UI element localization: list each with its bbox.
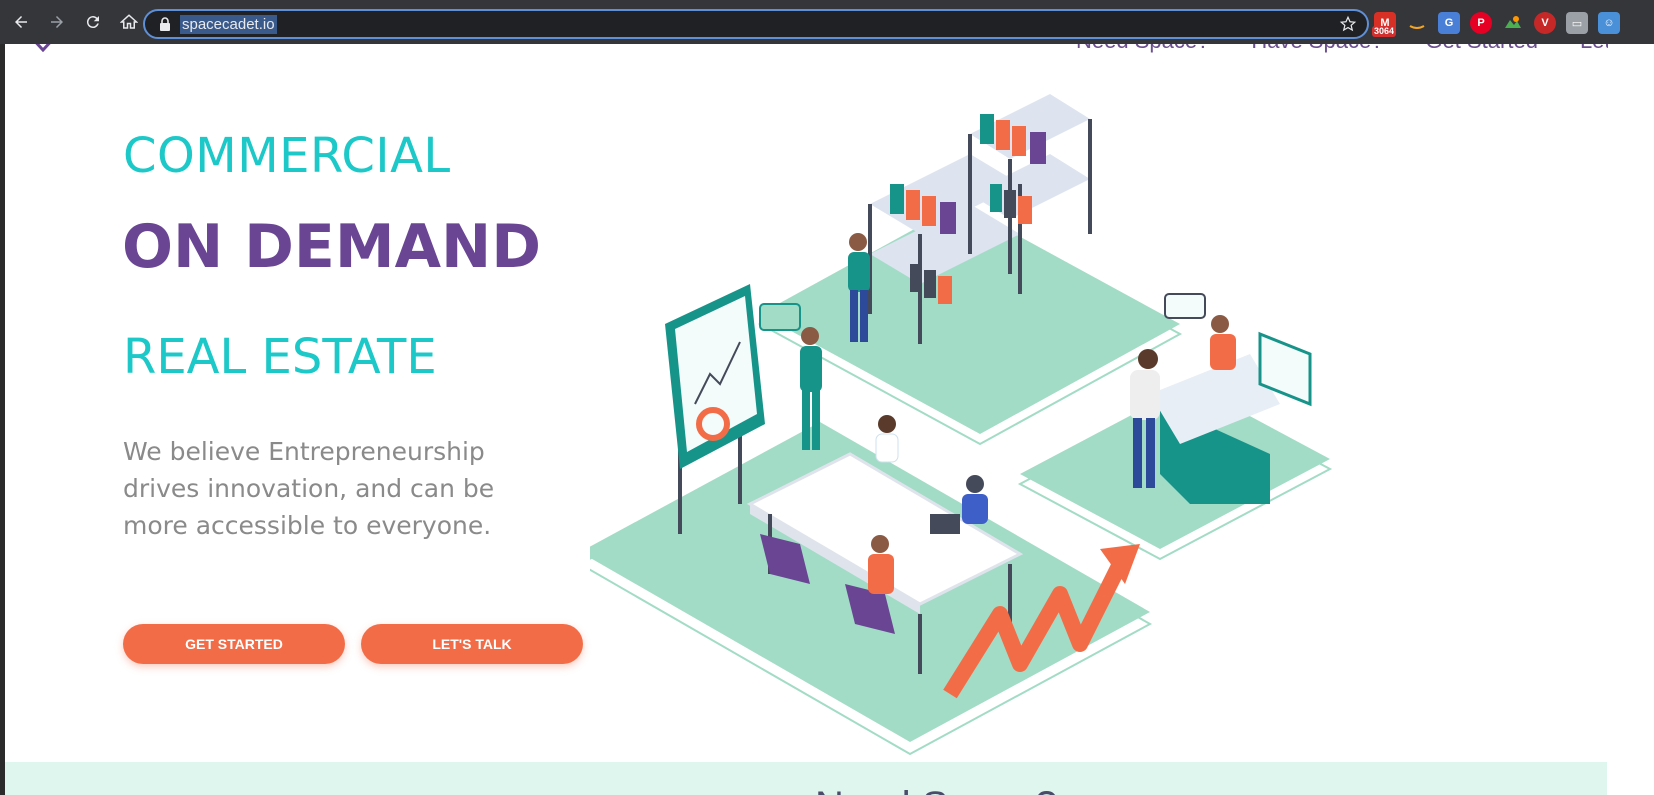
hero-line-commercial: COMMERCIAL bbox=[123, 128, 451, 184]
window-edge bbox=[0, 44, 5, 795]
gmail-icon[interactable]: M 3064 bbox=[1372, 12, 1397, 37]
reload-button[interactable] bbox=[78, 7, 108, 37]
person-icon[interactable]: ☺ bbox=[1598, 12, 1620, 34]
nav-need-space[interactable]: Need Space? bbox=[1076, 44, 1209, 54]
lets-talk-button[interactable]: LET'S TALK bbox=[361, 624, 583, 664]
pinterest-icon[interactable]: P bbox=[1470, 12, 1492, 34]
colorful-icon[interactable] bbox=[1502, 12, 1524, 34]
translate-icon[interactable]: G bbox=[1438, 12, 1460, 34]
office-illustration bbox=[590, 94, 1333, 756]
url-text[interactable]: spacecadet.io bbox=[180, 14, 277, 34]
next-section-heading: Need Space? bbox=[815, 784, 1057, 795]
reload-icon bbox=[86, 16, 99, 29]
bookmark-star-icon[interactable] bbox=[1339, 15, 1357, 33]
amazon-icon[interactable] bbox=[1406, 12, 1428, 34]
home-button[interactable] bbox=[114, 7, 144, 37]
lock-icon bbox=[160, 17, 170, 31]
back-button[interactable] bbox=[6, 7, 36, 37]
arrow-left-icon bbox=[15, 16, 27, 28]
forward-button[interactable] bbox=[42, 7, 72, 37]
hero-line-real-estate: REAL ESTATE bbox=[123, 329, 437, 385]
nav-have-space[interactable]: Have Space? bbox=[1251, 44, 1383, 54]
hero-tagline: We believe Entrepreneurship drives innov… bbox=[123, 437, 495, 540]
get-started-button[interactable]: GET STARTED bbox=[123, 624, 345, 664]
next-section-band bbox=[5, 762, 1607, 795]
hero-line-on-demand: ON DEMAND bbox=[122, 212, 542, 282]
nav-get-started[interactable]: Get Started bbox=[1425, 44, 1538, 54]
v-icon[interactable]: V bbox=[1534, 12, 1556, 34]
top-navigation: Need Space? Have Space? Get Started Let'… bbox=[1076, 44, 1654, 54]
arrow-right-icon bbox=[51, 16, 63, 28]
browser-toolbar: spacecadet.io M 3064 G P V ▭ ☺ bbox=[0, 0, 1654, 44]
gmail-badge: 3064 bbox=[1372, 26, 1397, 37]
extensions-bar: M 3064 G P V ▭ ☺ bbox=[1372, 8, 1630, 38]
window-icon[interactable]: ▭ bbox=[1566, 12, 1588, 34]
home-icon bbox=[120, 14, 138, 29]
logo-icon[interactable] bbox=[28, 44, 58, 52]
page-viewport: Need Space? Have Space? Get Started Let'… bbox=[0, 44, 1654, 795]
address-bar[interactable]: spacecadet.io bbox=[143, 9, 1369, 39]
page-right-margin bbox=[1608, 44, 1654, 795]
